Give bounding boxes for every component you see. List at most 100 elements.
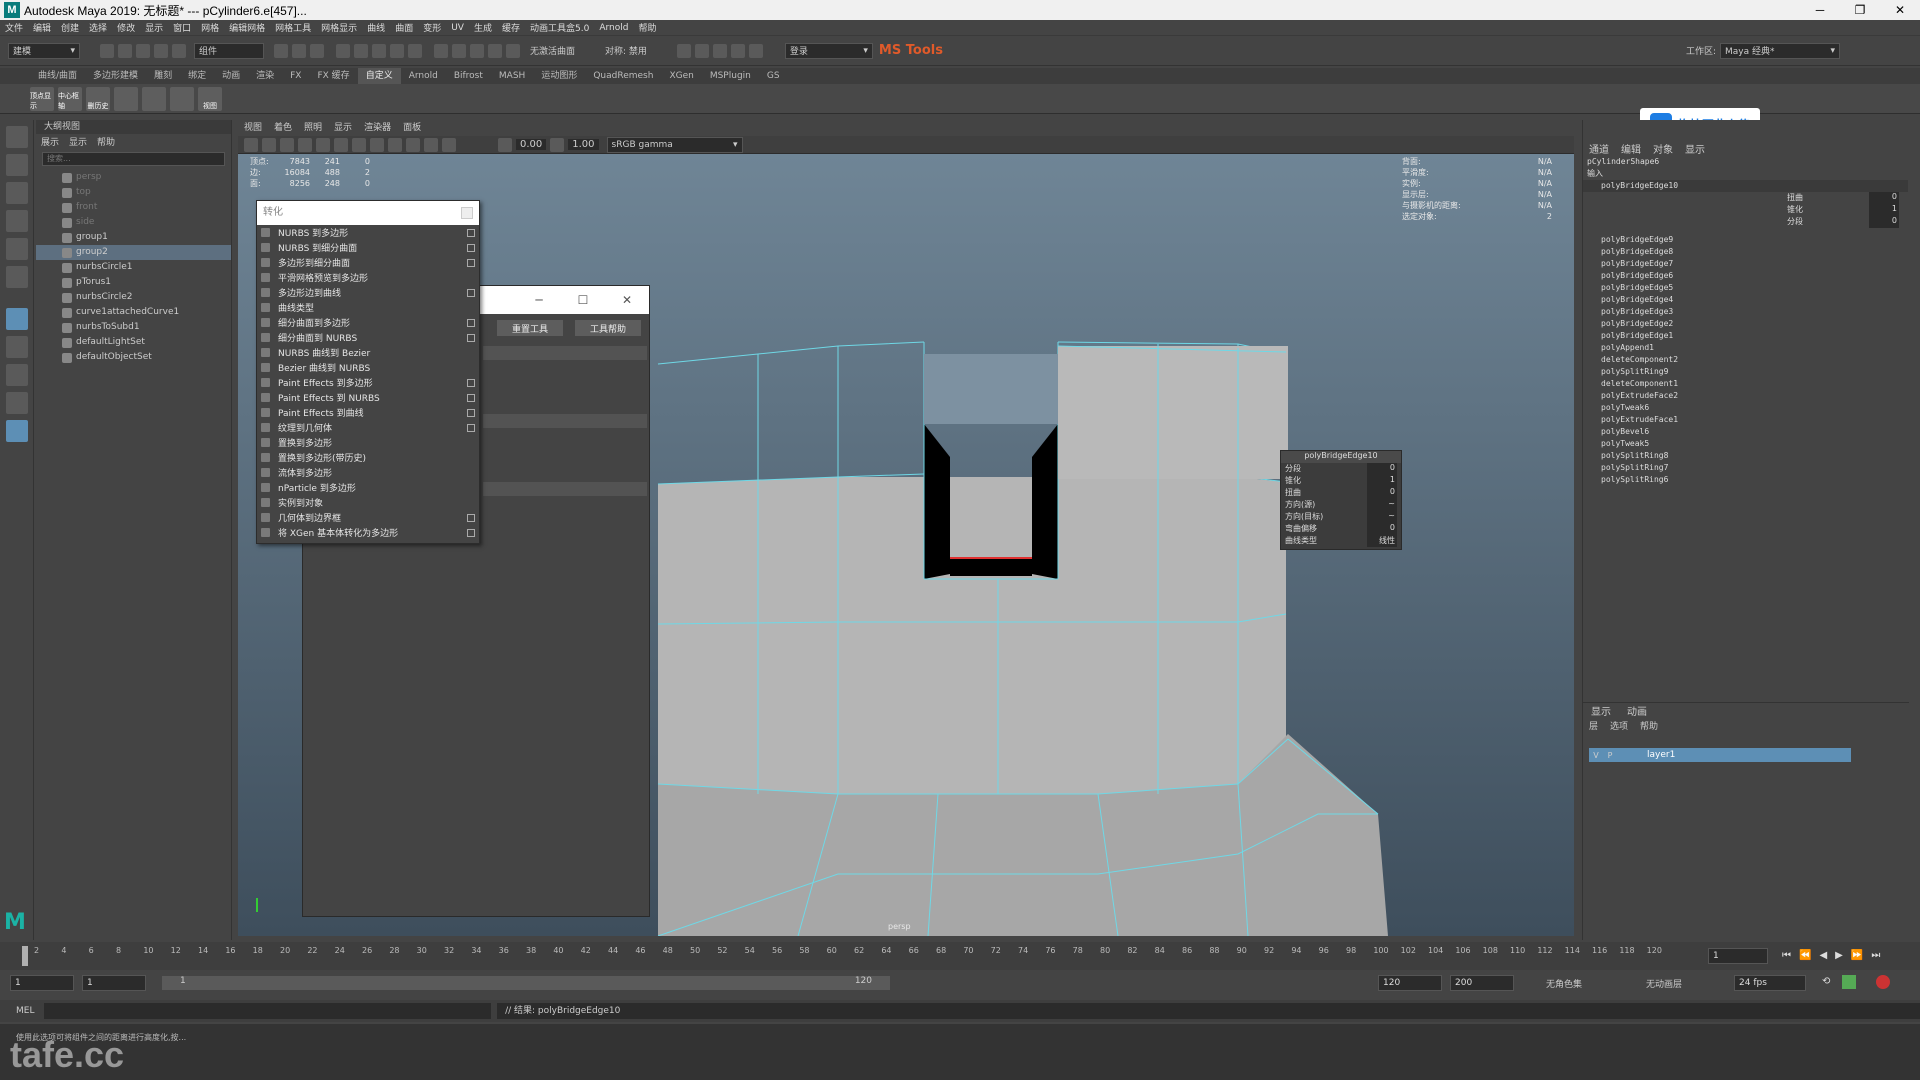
node-attr-row[interactable]: 曲线类型 线性 (1281, 535, 1401, 547)
shelf-tab[interactable]: MSPlugin (702, 68, 759, 84)
viewport-menu-item[interactable]: 视图 (244, 120, 262, 136)
playback-start-field[interactable]: 1 (82, 975, 146, 991)
outliner-item[interactable]: defaultObjectSet (36, 350, 231, 365)
viewport-menu-item[interactable]: 面板 (403, 120, 421, 136)
shelf-tab[interactable]: Arnold (401, 68, 446, 84)
lock-icon[interactable] (408, 43, 422, 58)
colorspace-dropdown[interactable]: sRGB gamma ▾ (606, 136, 743, 153)
undo-icon[interactable] (154, 43, 168, 58)
history-node[interactable]: polyExtrudeFace2 (1583, 390, 1908, 402)
xray-icon[interactable] (424, 137, 438, 152)
shape-node-label[interactable]: pCylinderShape6 (1583, 156, 1908, 168)
key-icon[interactable] (1842, 975, 1856, 989)
ipr-render-icon[interactable] (712, 43, 727, 58)
bookmark-icon[interactable] (262, 137, 276, 152)
menu-windows[interactable]: 窗口 (173, 21, 191, 34)
outliner-persp-icon[interactable] (6, 364, 28, 386)
shelf-tab[interactable]: XGen (661, 68, 701, 84)
command-input[interactable] (44, 1003, 492, 1019)
wireframe-icon[interactable] (334, 137, 348, 152)
layer-menu-item[interactable]: 帮助 (1640, 719, 1658, 732)
anim-layer-dropdown[interactable]: 无动画层 (1646, 977, 1682, 990)
outliner-item[interactable]: top (36, 185, 231, 200)
rotate-tool-icon[interactable] (6, 238, 28, 260)
menu-curves[interactable]: 曲线 (367, 21, 385, 34)
outliner-item[interactable]: group1 (36, 230, 231, 245)
attr-value[interactable]: 0 (1869, 192, 1899, 204)
range-slider[interactable]: 1 120 (162, 976, 890, 990)
history-node[interactable]: polySplitRing7 (1583, 462, 1908, 474)
menu-deform[interactable]: 变形 (423, 21, 441, 34)
smooth-shade-icon[interactable] (352, 137, 366, 152)
outliner-item[interactable]: curve1attachedCurve1 (36, 305, 231, 320)
character-set-dropdown[interactable]: 无角色集 (1546, 977, 1582, 990)
autokey-icon[interactable] (1876, 975, 1890, 989)
hypershade-icon[interactable] (730, 43, 745, 58)
shelf-tab[interactable]: 曲线/曲面 (30, 68, 85, 84)
menu-file[interactable]: 文件 (5, 21, 23, 34)
viewport-menu-item[interactable]: 着色 (274, 120, 292, 136)
grid-icon[interactable] (298, 137, 312, 152)
channel-tab[interactable]: 显示 (1685, 141, 1705, 156)
attr-value[interactable]: 1 (1869, 204, 1899, 216)
node-attr-row[interactable]: 弯曲偏移 0 (1281, 523, 1401, 535)
script-language-toggle[interactable]: MEL (16, 1006, 34, 1016)
gamma-icon[interactable] (550, 137, 565, 152)
convert-menu-item[interactable]: 细分曲面到多边形 (257, 315, 479, 330)
menuset-dropdown[interactable]: 建模 ▾ (8, 42, 80, 59)
history-node[interactable]: polyBridgeEdge1 (1583, 330, 1908, 342)
shelf-tab[interactable]: FX (282, 68, 309, 84)
option-box-icon[interactable] (467, 513, 475, 522)
center-pivot-icon[interactable]: 中心枢轴 (58, 86, 82, 111)
snap-point-icon[interactable] (470, 43, 484, 58)
maximize-button[interactable]: ☐ (561, 293, 605, 307)
time-slider[interactable]: 2 4 6 8 10 12 14 16 18 20 22 24 26 28 30 32 34 36 38 40 42 44… (0, 942, 1920, 970)
select-component-icon[interactable] (310, 43, 324, 58)
history-node[interactable]: polyBridgeEdge8 (1583, 246, 1908, 258)
convert-menu-item[interactable]: 多边形边到曲线 (257, 285, 479, 300)
convert-menu-item[interactable]: Paint Effects 到 NURBS (257, 390, 479, 405)
minimize-button[interactable]: ─ (1800, 0, 1840, 20)
graph-layout-icon[interactable] (6, 392, 28, 414)
node-attr-row[interactable]: 方向(源) ~ (1281, 499, 1401, 511)
attr-value[interactable]: 0 (1367, 463, 1397, 475)
menu-arnold[interactable]: Arnold (599, 23, 628, 33)
history-node[interactable]: polySplitRing6 (1583, 474, 1908, 486)
outliner-search-input[interactable]: 搜索... (42, 152, 225, 166)
loop-icon[interactable]: ⟲ (1822, 976, 1830, 987)
menu-mesh[interactable]: 网格 (201, 21, 219, 34)
menu-anim-toolbox[interactable]: 动画工具盒5.0 (530, 21, 589, 34)
exposure-icon[interactable] (498, 137, 512, 152)
view-icon[interactable]: 视图 (198, 86, 222, 111)
convert-menu-item[interactable]: 纹理到几何体 (257, 420, 479, 435)
shelf-tool-icon[interactable] (142, 86, 166, 111)
animation-end-field[interactable]: 200 (1450, 975, 1514, 991)
redo-icon[interactable] (172, 43, 186, 58)
node-attr-row[interactable]: 方向(目标) ~ (1281, 511, 1401, 523)
menu-display[interactable]: 显示 (145, 21, 163, 34)
move-tool-icon[interactable] (6, 210, 28, 232)
convert-menu-item[interactable]: Paint Effects 到曲线 (257, 405, 479, 420)
convert-menu-item[interactable]: Paint Effects 到多边形 (257, 375, 479, 390)
outliner-menu-item[interactable]: 展示 (41, 135, 59, 148)
shelf-tab[interactable]: GS (759, 68, 788, 84)
shelf-tab-active[interactable]: 自定义 (357, 68, 401, 84)
history-node[interactable]: polyBridgeEdge6 (1583, 270, 1908, 282)
option-box-icon[interactable] (467, 258, 475, 267)
attr-value[interactable]: 0 (1869, 216, 1899, 228)
outliner-item[interactable]: nurbsCircle1 (36, 260, 231, 275)
convert-menu-item[interactable]: 置换到多边形 (257, 435, 479, 450)
snap-curve-icon[interactable] (452, 43, 466, 58)
convert-menu-item[interactable]: 实例到对象 (257, 495, 479, 510)
render-frame-icon[interactable] (694, 43, 709, 58)
minimize-button[interactable]: ─ (517, 293, 561, 307)
convert-menu-item[interactable]: NURBS 曲线到 Bezier (257, 345, 479, 360)
attr-value[interactable]: ~ (1367, 511, 1397, 523)
outliner-item[interactable]: front (36, 200, 231, 215)
login-dropdown[interactable]: 登录 ▾ (784, 42, 873, 59)
live-surface-label[interactable]: 无激活曲面 (530, 44, 575, 57)
lights-icon[interactable] (388, 137, 402, 152)
shelf-tab[interactable]: 运动图形 (533, 68, 585, 84)
scale-tool-icon[interactable] (6, 266, 28, 288)
viewport-menu-item[interactable]: 渲染器 (364, 120, 391, 136)
